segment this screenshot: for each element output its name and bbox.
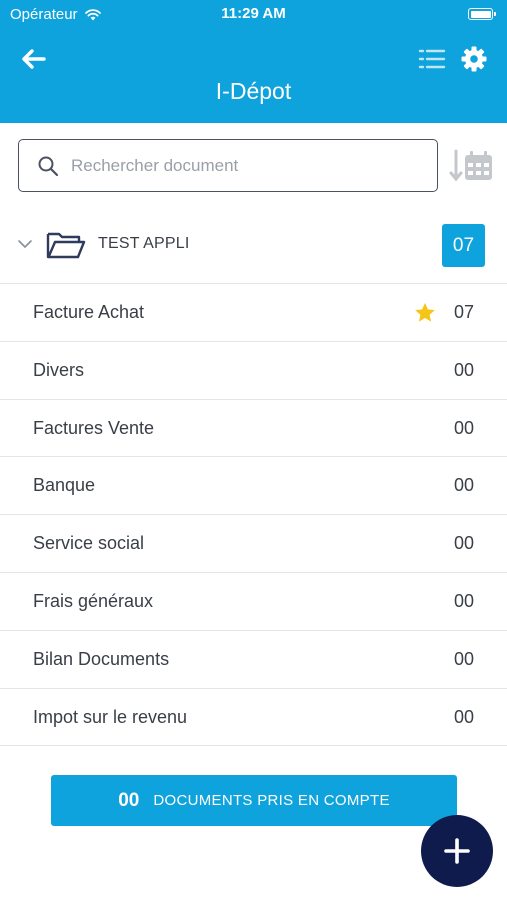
item-count: 00 xyxy=(453,417,474,438)
search-input[interactable] xyxy=(71,155,401,176)
summary-label: DOCUMENTS PRIS EN COMPTE xyxy=(153,792,390,809)
battery-icon xyxy=(468,8,496,20)
item-count: 00 xyxy=(453,590,474,611)
app-header: Opérateur 11:29 AM I-Dépot xyxy=(0,0,507,123)
item-label: Frais généraux xyxy=(33,590,154,611)
item-count: 00 xyxy=(453,359,474,380)
gear-icon xyxy=(461,46,487,72)
summary-count: 00 xyxy=(118,789,140,811)
item-label: Impot sur le revenu xyxy=(33,706,188,727)
list-view-button[interactable] xyxy=(417,44,447,74)
back-button[interactable] xyxy=(18,44,48,74)
back-arrow-icon xyxy=(22,49,46,69)
folder-icon xyxy=(46,232,86,259)
list-item[interactable]: Service social 00 xyxy=(0,515,507,573)
list-item[interactable]: Factures Vente 00 xyxy=(0,400,507,458)
list-item[interactable]: Divers 00 xyxy=(0,342,507,400)
list-item[interactable]: Bilan Documents 00 xyxy=(0,631,507,689)
documents-summary-button[interactable]: 00 DOCUMENTS PRIS EN COMPTE xyxy=(51,775,457,826)
list-item[interactable]: Banque 00 xyxy=(0,457,507,516)
list-item[interactable]: Facture Achat 07 xyxy=(0,284,507,342)
list-item[interactable]: Impot sur le revenu 00 xyxy=(0,689,507,747)
item-label: Banque xyxy=(33,475,96,496)
status-bar: Opérateur 11:29 AM xyxy=(0,0,507,30)
item-label: Service social xyxy=(33,533,145,554)
folder-count-badge: 07 xyxy=(442,224,485,267)
sort-by-date-button[interactable] xyxy=(449,147,495,185)
item-label: Bilan Documents xyxy=(33,648,170,669)
item-label: Factures Vente xyxy=(33,417,155,438)
item-label: Divers xyxy=(33,359,85,380)
item-count: 00 xyxy=(453,706,474,727)
item-label: Facture Achat xyxy=(33,302,145,322)
clock: 11:29 AM xyxy=(221,5,286,22)
search-icon xyxy=(38,156,59,176)
folder-row[interactable]: TEST APPLI xyxy=(0,218,507,278)
page-title: I-Dépot xyxy=(215,78,292,104)
folder-name: TEST APPLI xyxy=(98,235,190,252)
search-box[interactable] xyxy=(18,139,438,192)
list-icon xyxy=(418,49,446,69)
settings-button[interactable] xyxy=(458,43,490,75)
category-list: Facture Achat 07 Divers 00 Factures Vent… xyxy=(0,283,507,747)
chevron-down-icon xyxy=(18,240,32,248)
list-item[interactable]: Frais généraux 00 xyxy=(0,573,507,631)
item-count: 00 xyxy=(453,475,474,496)
add-document-button[interactable] xyxy=(421,815,493,887)
item-count: 07 xyxy=(453,302,474,322)
item-count: 00 xyxy=(453,533,474,554)
item-count: 00 xyxy=(453,648,474,669)
star-icon[interactable] xyxy=(414,302,436,323)
sort-date-icon xyxy=(449,149,492,182)
plus-icon xyxy=(444,838,470,864)
